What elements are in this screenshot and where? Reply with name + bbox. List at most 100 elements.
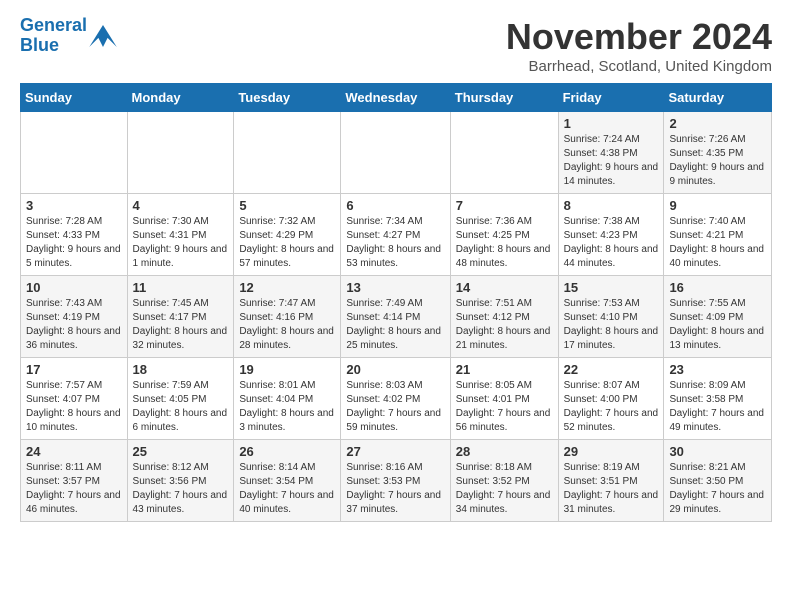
day-info: Sunrise: 7:26 AMSunset: 4:35 PMDaylight:…: [669, 133, 766, 189]
calendar-cell: 3 Sunrise: 7:28 AMSunset: 4:33 PMDaylight…: [21, 194, 128, 276]
day-number: 26: [239, 444, 335, 459]
calendar-table: SundayMondayTuesdayWednesdayThursdayFrid…: [20, 83, 772, 522]
day-info: Sunrise: 7:57 AMSunset: 4:07 PMDaylight:…: [26, 379, 122, 435]
day-info: Sunrise: 8:21 AMSunset: 3:50 PMDaylight:…: [669, 461, 766, 517]
day-header-saturday: Saturday: [664, 84, 772, 112]
page: General Blue November 2024 Barrhead, Sco…: [0, 0, 792, 538]
day-info: Sunrise: 7:40 AMSunset: 4:21 PMDaylight:…: [669, 215, 766, 271]
month-title: November 2024: [506, 16, 772, 58]
day-info: Sunrise: 7:32 AMSunset: 4:29 PMDaylight:…: [239, 215, 335, 271]
calendar-header-row: SundayMondayTuesdayWednesdayThursdayFrid…: [21, 84, 772, 112]
calendar-cell: 1 Sunrise: 7:24 AMSunset: 4:38 PMDaylight…: [558, 112, 664, 194]
calendar-cell: 27 Sunrise: 8:16 AMSunset: 3:53 PMDayligh…: [341, 440, 450, 522]
day-number: 4: [133, 198, 229, 213]
week-row-4: 17Sunrise: 7:57 AMSunset: 4:07 PMDayligh…: [21, 358, 772, 440]
day-info: Sunrise: 7:47 AMSunset: 4:16 PMDaylight:…: [239, 297, 335, 353]
day-number: 22: [564, 362, 659, 377]
calendar-cell: 20 Sunrise: 8:03 AMSunset: 4:02 PMDayligh…: [341, 358, 450, 440]
calendar-cell: 30Sunrise: 8:21 AMSunset: 3:50 PMDayligh…: [664, 440, 772, 522]
calendar-cell: 25 Sunrise: 8:12 AMSunset: 3:56 PMDayligh…: [127, 440, 234, 522]
calendar-cell: 11 Sunrise: 7:45 AMSunset: 4:17 PMDayligh…: [127, 276, 234, 358]
day-number: 14: [456, 280, 553, 295]
week-row-3: 10Sunrise: 7:43 AMSunset: 4:19 PMDayligh…: [21, 276, 772, 358]
day-header-wednesday: Wednesday: [341, 84, 450, 112]
header: General Blue November 2024 Barrhead, Sco…: [20, 16, 772, 75]
day-number: 2: [669, 116, 766, 131]
logo-text: General Blue: [20, 16, 87, 56]
day-header-thursday: Thursday: [450, 84, 558, 112]
day-info: Sunrise: 7:30 AMSunset: 4:31 PMDaylight:…: [133, 215, 229, 271]
day-info: Sunrise: 7:51 AMSunset: 4:12 PMDaylight:…: [456, 297, 553, 353]
day-number: 5: [239, 198, 335, 213]
day-info: Sunrise: 8:14 AMSunset: 3:54 PMDaylight:…: [239, 461, 335, 517]
logo-icon: [89, 25, 117, 47]
calendar-cell: 28 Sunrise: 8:18 AMSunset: 3:52 PMDayligh…: [450, 440, 558, 522]
day-header-sunday: Sunday: [21, 84, 128, 112]
day-number: 28: [456, 444, 553, 459]
day-number: 27: [346, 444, 444, 459]
day-number: 1: [564, 116, 659, 131]
calendar-cell: 16Sunrise: 7:55 AMSunset: 4:09 PMDayligh…: [664, 276, 772, 358]
day-header-friday: Friday: [558, 84, 664, 112]
day-number: 16: [669, 280, 766, 295]
day-number: 3: [26, 198, 122, 213]
calendar-cell: [21, 112, 128, 194]
day-number: 25: [133, 444, 229, 459]
calendar-cell: 17Sunrise: 7:57 AMSunset: 4:07 PMDayligh…: [21, 358, 128, 440]
week-row-1: 1 Sunrise: 7:24 AMSunset: 4:38 PMDaylight…: [21, 112, 772, 194]
calendar-cell: [127, 112, 234, 194]
calendar-cell: 23 Sunrise: 8:09 AMSunset: 3:58 PMDayligh…: [664, 358, 772, 440]
day-info: Sunrise: 8:01 AMSunset: 4:04 PMDaylight:…: [239, 379, 335, 435]
calendar-cell: 7 Sunrise: 7:36 AMSunset: 4:25 PMDaylight…: [450, 194, 558, 276]
calendar-cell: [341, 112, 450, 194]
title-block: November 2024 Barrhead, Scotland, United…: [506, 16, 772, 75]
calendar-cell: 19 Sunrise: 8:01 AMSunset: 4:04 PMDayligh…: [234, 358, 341, 440]
day-info: Sunrise: 7:24 AMSunset: 4:38 PMDaylight:…: [564, 133, 659, 189]
day-info: Sunrise: 8:03 AMSunset: 4:02 PMDaylight:…: [346, 379, 444, 435]
week-row-2: 3 Sunrise: 7:28 AMSunset: 4:33 PMDaylight…: [21, 194, 772, 276]
day-info: Sunrise: 8:09 AMSunset: 3:58 PMDaylight:…: [669, 379, 766, 435]
day-info: Sunrise: 8:12 AMSunset: 3:56 PMDaylight:…: [133, 461, 229, 517]
day-number: 7: [456, 198, 553, 213]
day-info: Sunrise: 7:53 AMSunset: 4:10 PMDaylight:…: [564, 297, 659, 353]
calendar-cell: 29 Sunrise: 8:19 AMSunset: 3:51 PMDayligh…: [558, 440, 664, 522]
day-number: 19: [239, 362, 335, 377]
logo-line2: Blue: [20, 35, 59, 55]
calendar-cell: 8Sunrise: 7:38 AMSunset: 4:23 PMDaylight…: [558, 194, 664, 276]
day-number: 13: [346, 280, 444, 295]
day-number: 20: [346, 362, 444, 377]
day-info: Sunrise: 7:59 AMSunset: 4:05 PMDaylight:…: [133, 379, 229, 435]
logo: General Blue: [20, 16, 117, 56]
calendar-cell: 21Sunrise: 8:05 AMSunset: 4:01 PMDayligh…: [450, 358, 558, 440]
calendar-cell: 6Sunrise: 7:34 AMSunset: 4:27 PMDaylight…: [341, 194, 450, 276]
day-number: 23: [669, 362, 766, 377]
calendar-cell: 14 Sunrise: 7:51 AMSunset: 4:12 PMDayligh…: [450, 276, 558, 358]
day-info: Sunrise: 7:34 AMSunset: 4:27 PMDaylight:…: [346, 215, 444, 271]
calendar-cell: 2 Sunrise: 7:26 AMSunset: 4:35 PMDaylight…: [664, 112, 772, 194]
day-info: Sunrise: 8:16 AMSunset: 3:53 PMDaylight:…: [346, 461, 444, 517]
day-info: Sunrise: 8:19 AMSunset: 3:51 PMDaylight:…: [564, 461, 659, 517]
day-header-monday: Monday: [127, 84, 234, 112]
day-header-tuesday: Tuesday: [234, 84, 341, 112]
calendar-cell: 13Sunrise: 7:49 AMSunset: 4:14 PMDayligh…: [341, 276, 450, 358]
day-number: 11: [133, 280, 229, 295]
logo-line1: General: [20, 15, 87, 35]
day-info: Sunrise: 7:28 AMSunset: 4:33 PMDaylight:…: [26, 215, 122, 271]
calendar-cell: [450, 112, 558, 194]
calendar-cell: 18 Sunrise: 7:59 AMSunset: 4:05 PMDayligh…: [127, 358, 234, 440]
day-info: Sunrise: 7:45 AMSunset: 4:17 PMDaylight:…: [133, 297, 229, 353]
calendar-cell: 24 Sunrise: 8:11 AMSunset: 3:57 PMDayligh…: [21, 440, 128, 522]
calendar-cell: 5 Sunrise: 7:32 AMSunset: 4:29 PMDaylight…: [234, 194, 341, 276]
day-number: 18: [133, 362, 229, 377]
day-info: Sunrise: 7:36 AMSunset: 4:25 PMDaylight:…: [456, 215, 553, 271]
day-number: 29: [564, 444, 659, 459]
calendar-cell: [234, 112, 341, 194]
day-number: 24: [26, 444, 122, 459]
calendar-cell: 12Sunrise: 7:47 AMSunset: 4:16 PMDayligh…: [234, 276, 341, 358]
calendar-cell: 10Sunrise: 7:43 AMSunset: 4:19 PMDayligh…: [21, 276, 128, 358]
day-info: Sunrise: 8:11 AMSunset: 3:57 PMDaylight:…: [26, 461, 122, 517]
day-number: 15: [564, 280, 659, 295]
day-number: 8: [564, 198, 659, 213]
day-info: Sunrise: 8:07 AMSunset: 4:00 PMDaylight:…: [564, 379, 659, 435]
day-info: Sunrise: 8:18 AMSunset: 3:52 PMDaylight:…: [456, 461, 553, 517]
